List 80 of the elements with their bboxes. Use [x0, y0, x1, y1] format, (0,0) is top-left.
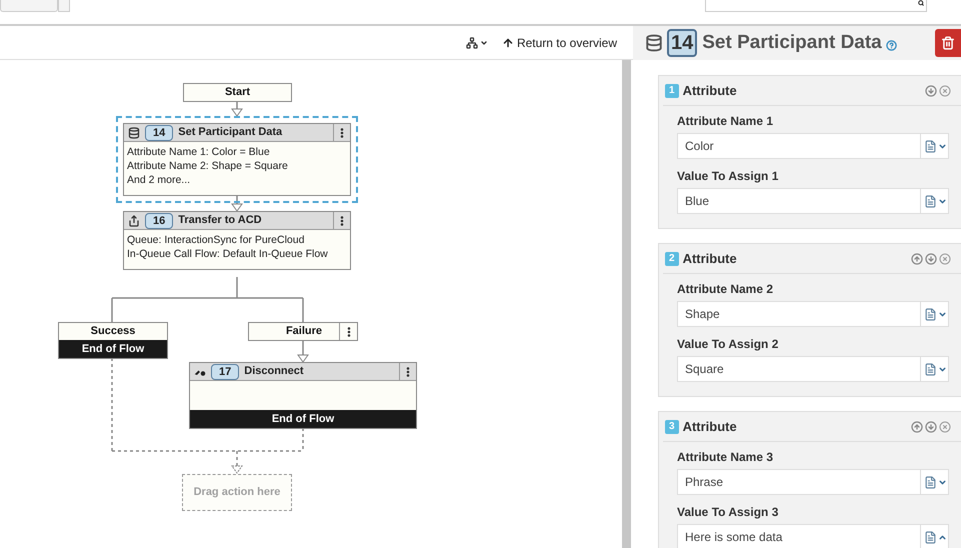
start-node: Start [183, 83, 292, 102]
field-label: Value To Assign 2 [677, 336, 780, 353]
step-number-badge: 14 [145, 124, 174, 140]
layout-dropdown[interactable] [466, 36, 488, 48]
remove-icon[interactable] [939, 84, 951, 96]
attribute-title: Attribute [682, 250, 738, 268]
panel-title: Set Participant Data [702, 30, 882, 55]
caret-icon [938, 532, 947, 542]
action-detail: Queue: InteractionSync for PureCloud [127, 233, 306, 247]
document-icon [924, 308, 937, 320]
input-field[interactable]: Phrase [677, 469, 949, 495]
action-detail: Attribute Name 2: Shape = Square [127, 159, 289, 173]
caret-icon [938, 364, 947, 374]
expression-toggle[interactable] [920, 470, 948, 494]
caret-icon [480, 38, 488, 46]
input-field[interactable]: Blue [677, 188, 949, 214]
database-icon [645, 34, 663, 52]
caret-icon [938, 196, 947, 206]
field-label: Value To Assign 1 [677, 168, 780, 185]
action-detail: In-Queue Call Flow: Default In-Queue Flow [127, 247, 329, 261]
action-detail: And 2 more... [127, 173, 192, 187]
step-number-badge: 16 [145, 212, 174, 228]
input-field[interactable]: Color [677, 133, 949, 159]
step-number-badge: 17 [211, 364, 240, 380]
remove-icon[interactable] [939, 252, 951, 264]
action-title: Transfer to ACD [178, 213, 262, 228]
attribute-title: Attribute [682, 82, 738, 100]
action-node[interactable]: 14 Set Participant Data Attribute Name 1: Color = Blue Attribute Name 2: Shape = Square And 2 more... [123, 123, 351, 196]
end-of-flow-bar: End of Flow [59, 340, 167, 358]
document-icon [924, 194, 937, 208]
document-icon [924, 530, 937, 544]
expression-toggle[interactable] [920, 525, 948, 548]
remove-icon[interactable] [939, 420, 951, 432]
share-icon [128, 214, 140, 226]
branch-label: Failure [284, 324, 324, 339]
expression-toggle[interactable] [920, 357, 948, 381]
input-field[interactable]: Square [677, 356, 949, 382]
step-number-badge: 14 [667, 29, 698, 57]
field-label: Attribute Name 3 [677, 449, 774, 466]
caret-icon [938, 142, 947, 150]
move-down-icon[interactable] [925, 252, 937, 264]
input-field[interactable]: Shape [677, 301, 949, 327]
action-node[interactable]: 17 Disconnect End of Flow [189, 362, 417, 429]
document-icon [924, 476, 937, 488]
delete-button[interactable] [935, 29, 961, 57]
document-icon [924, 362, 937, 376]
help-icon[interactable] [886, 40, 897, 51]
action-node[interactable]: 16 Transfer to ACD Queue: InteractionSync for PureCloud In-Queue Call Flow: Default In-Queue Flow [123, 211, 351, 270]
search-icon [916, 0, 926, 6]
expression-toggle[interactable] [920, 302, 948, 326]
end-of-flow-bar: End of Flow [190, 410, 416, 428]
attribute-number-badge: 1 [665, 84, 679, 98]
expression-toggle[interactable] [920, 189, 948, 213]
attribute-title: Attribute [682, 418, 738, 436]
connector-line [231, 101, 243, 117]
input-field[interactable]: Here is some data [677, 524, 949, 548]
trash-icon [941, 36, 955, 50]
branch-label: Success [90, 324, 136, 339]
attribute-number-badge: 2 [665, 252, 679, 266]
action-detail: Attribute Name 1: Color = Blue [127, 145, 271, 159]
action-title: Disconnect [244, 364, 304, 380]
caret-icon [938, 478, 947, 486]
scrollbar[interactable] [622, 60, 631, 548]
arrow-up-icon [502, 36, 514, 48]
return-link[interactable]: Return to overview [502, 34, 617, 52]
move-down-icon[interactable] [925, 420, 937, 432]
attribute-number-badge: 3 [665, 420, 679, 434]
expression-toggle[interactable] [920, 134, 948, 158]
move-down-icon[interactable] [925, 84, 937, 96]
field-label: Attribute Name 1 [677, 113, 774, 130]
move-up-icon[interactable] [911, 420, 923, 432]
field-label: Value To Assign 3 [677, 504, 780, 521]
field-label: Attribute Name 2 [677, 281, 774, 298]
hierarchy-icon [466, 36, 478, 48]
action-title: Set Participant Data [178, 125, 282, 140]
caret-icon [938, 310, 947, 318]
database-icon [128, 126, 140, 138]
search-field[interactable] [705, 0, 927, 12]
document-icon [924, 140, 937, 152]
move-up-icon[interactable] [911, 252, 923, 264]
